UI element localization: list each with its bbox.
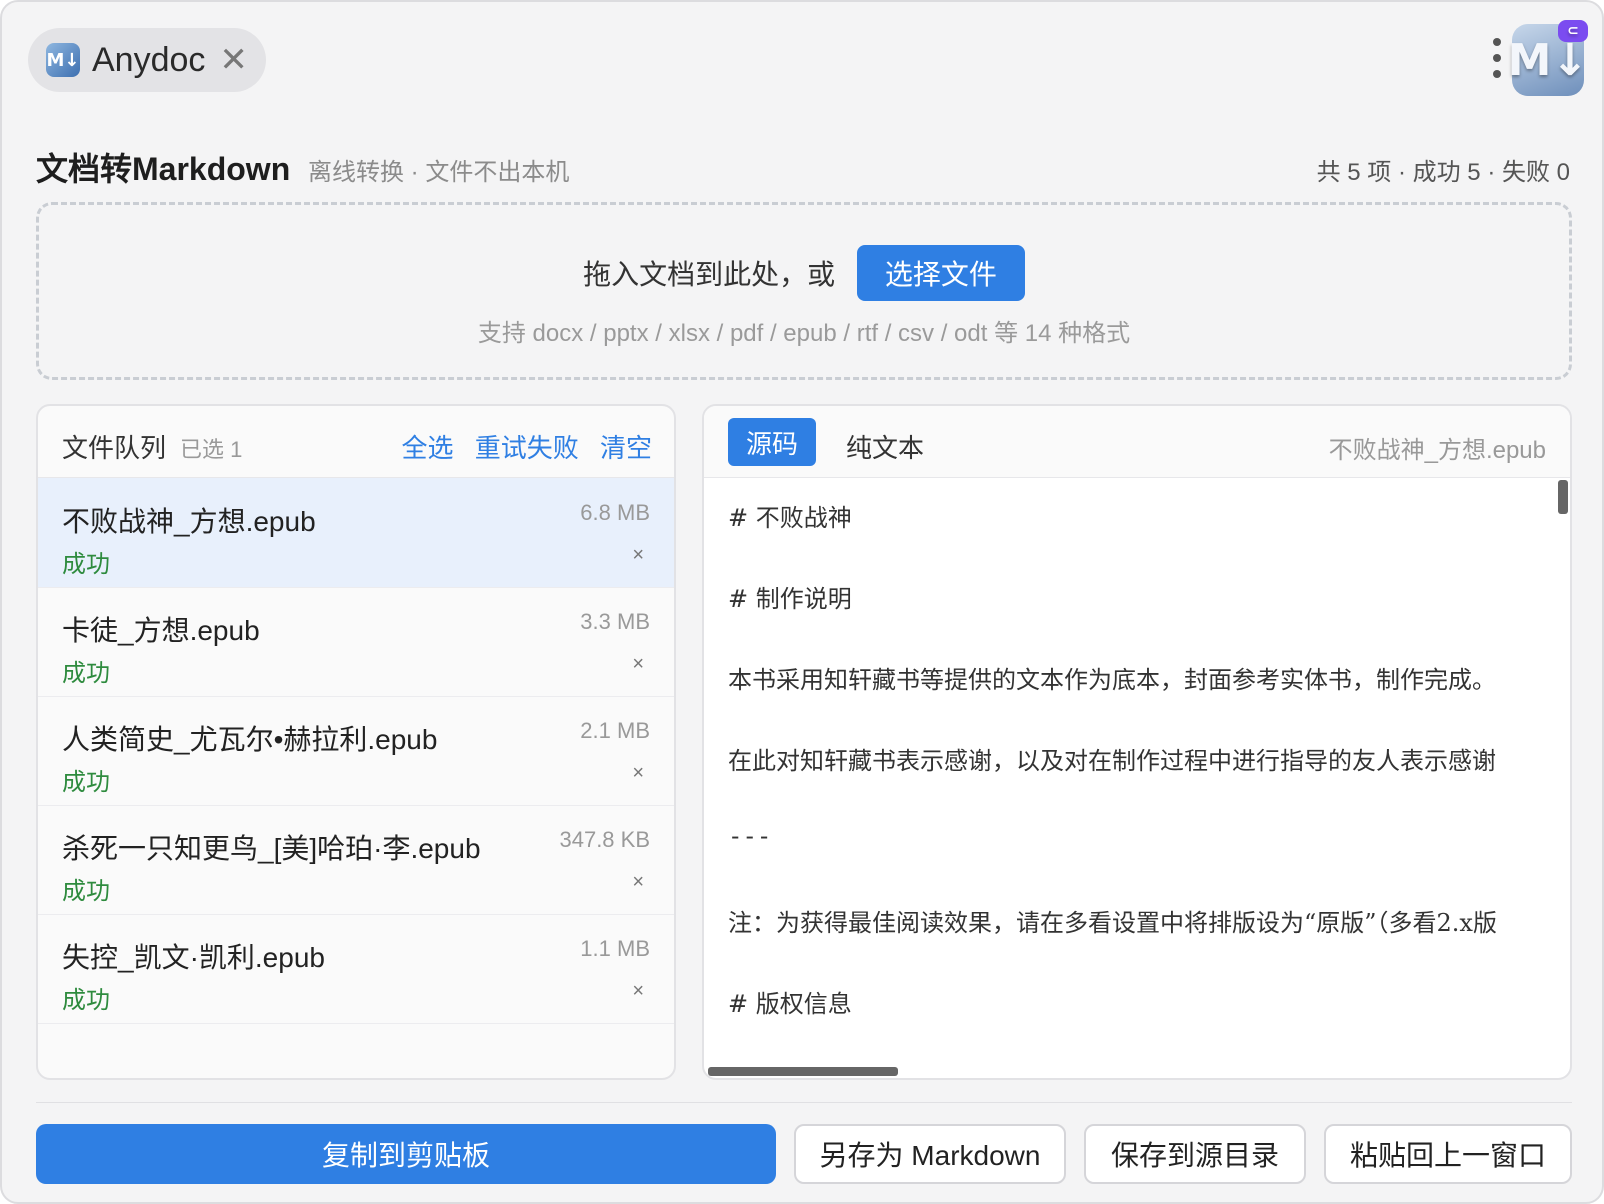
remove-icon[interactable]: × — [632, 980, 644, 1003]
file-size: 2.1 MB — [580, 718, 650, 743]
file-status: 成功 — [62, 987, 110, 1014]
markdown-line: --- — [728, 822, 772, 850]
markdown-line: 本书采用知轩藏书等提供的文本作为底本，封面参考实体书，制作完成。 — [728, 666, 1496, 694]
retry-failed-link[interactable]: 重试失败 — [475, 433, 579, 463]
file-status: 成功 — [62, 660, 110, 687]
remove-icon[interactable]: × — [632, 871, 644, 894]
file-size: 6.8 MB — [580, 500, 650, 525]
file-queue-header: 文件队列 已选 1 全选 重试失败 清空 — [38, 406, 674, 478]
horizontal-scrollbar[interactable] — [708, 1067, 898, 1076]
paste-back-button[interactable]: 粘贴回上一窗口 — [1324, 1124, 1572, 1184]
select-all-link[interactable]: 全选 — [401, 433, 453, 463]
footer-divider — [36, 1102, 1572, 1103]
file-name: 杀死一只知更鸟_[美]哈珀·李.epub — [62, 833, 481, 864]
file-name: 人类简史_尤瓦尔•赫拉利.epub — [62, 724, 438, 755]
remove-icon[interactable]: × — [632, 762, 644, 785]
tab-plain-text[interactable]: 纯文本 — [846, 428, 924, 465]
app-icon-text: M↓ — [1507, 34, 1589, 86]
remove-icon[interactable]: × — [632, 653, 644, 676]
save-as-markdown-button[interactable]: 另存为 Markdown — [794, 1124, 1066, 1184]
document-tab[interactable]: M↓ Anydoc ✕ — [28, 28, 266, 92]
app-icon: M↓ ⊂ — [1508, 20, 1588, 96]
app-window: M↓ Anydoc ✕ M↓ ⊂ 文档转Markdown 离线转换 · 文件不出… — [0, 0, 1604, 1204]
markdown-line: 在此对知轩藏书表示感谢，以及对在制作过程中进行指导的友人表示感谢 — [728, 747, 1496, 775]
file-row[interactable]: 卡徒_方想.epub 3.3 MB 成功 × — [38, 587, 674, 697]
page-title: 文档转Markdown — [36, 151, 291, 187]
markdown-line: # 不败战神 — [728, 504, 852, 532]
markdown-source-view[interactable]: # 不败战神 # 制作说明 本书采用知轩藏书等提供的文本作为底本，封面参考实体书… — [704, 480, 1560, 1072]
clear-link[interactable]: 清空 — [600, 433, 652, 463]
tab-title: Anydoc — [92, 40, 206, 79]
copy-to-clipboard-button[interactable]: 复制到剪贴板 — [36, 1124, 776, 1184]
markdown-line: # 版权信息 — [728, 990, 852, 1018]
file-queue-title: 文件队列 — [62, 433, 167, 463]
plugin-badge-icon: ⊂ — [1558, 20, 1588, 42]
file-status: 成功 — [62, 551, 110, 578]
remove-icon[interactable]: × — [632, 544, 644, 567]
save-to-source-button[interactable]: 保存到源目录 — [1084, 1124, 1306, 1184]
file-name: 卡徒_方想.epub — [62, 615, 260, 646]
stats-summary: 共 5 项 · 成功 5 · 失败 0 — [1316, 159, 1570, 186]
file-row[interactable]: 失控_凯文·凯利.epub 1.1 MB 成功 × — [38, 914, 674, 1024]
file-row[interactable]: 不败战神_方想.epub 6.8 MB 成功 × — [38, 478, 674, 588]
vertical-scrollbar[interactable] — [1558, 480, 1568, 514]
tab-source[interactable]: 源码 — [728, 418, 816, 466]
markdown-line: 注：为获得最佳阅读效果，请在多看设置中将排版设为“原版”（多看2.x版 — [728, 909, 1497, 937]
drop-zone[interactable]: 拖入文档到此处，或 选择文件 支持 docx / pptx / xlsx / p… — [36, 202, 1572, 380]
file-row[interactable]: 杀死一只知更鸟_[美]哈珀·李.epub 347.8 KB 成功 × — [38, 805, 674, 915]
preview-header: 源码 纯文本 不败战神_方想.epub — [704, 406, 1570, 478]
close-icon[interactable]: ✕ — [219, 43, 248, 77]
supported-formats-hint: 支持 docx / pptx / xlsx / pdf / epub / rtf… — [477, 320, 1131, 347]
drop-prompt-text: 拖入文档到此处，或 — [583, 259, 836, 290]
more-menu-icon[interactable] — [1489, 38, 1505, 82]
file-status: 成功 — [62, 878, 110, 905]
file-row[interactable]: 人类简史_尤瓦尔•赫拉利.epub 2.1 MB 成功 × — [38, 696, 674, 806]
file-name: 不败战神_方想.epub — [62, 506, 316, 537]
file-size: 1.1 MB — [580, 936, 650, 961]
markdown-logo-icon: M↓ — [46, 43, 80, 77]
preview-file-name: 不败战神_方想.epub — [1328, 437, 1546, 464]
drop-prompt: 拖入文档到此处，或 选择文件 — [39, 245, 1569, 301]
preview-panel: 源码 纯文本 不败战神_方想.epub # 不败战神 # 制作说明 本书采用知轩… — [702, 404, 1572, 1080]
page-subtitle: 离线转换 · 文件不出本机 — [308, 159, 570, 186]
file-name: 失控_凯文·凯利.epub — [62, 942, 325, 973]
markdown-line: # 制作说明 — [728, 585, 852, 613]
file-queue-panel: 文件队列 已选 1 全选 重试失败 清空 不败战神_方想.epub 6.8 MB… — [36, 404, 676, 1080]
file-status: 成功 — [62, 769, 110, 796]
file-size: 3.3 MB — [580, 609, 650, 634]
choose-file-button[interactable]: 选择文件 — [856, 245, 1025, 301]
file-size: 347.8 KB — [559, 827, 650, 852]
queue-actions: 全选 重试失败 清空 — [387, 428, 652, 465]
selected-count: 已选 1 — [180, 437, 243, 462]
